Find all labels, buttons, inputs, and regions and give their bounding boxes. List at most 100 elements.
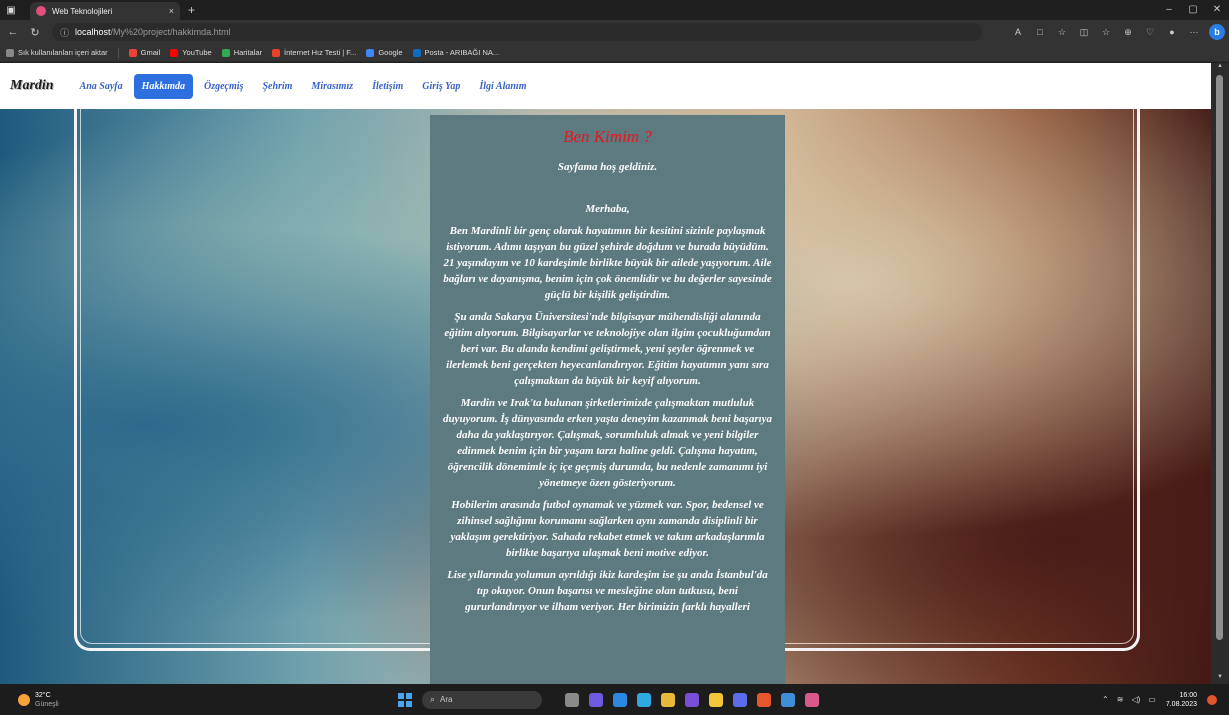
bookmark-item[interactable]: Google	[366, 48, 403, 57]
taskbar-app-icon[interactable]	[757, 692, 771, 707]
web-page: Mardin Ana Sayfa Hakkımda Özgeçmiş Şehrim Mi…	[0, 63, 1211, 684]
toolbar-icon[interactable]: A	[1007, 27, 1029, 37]
windows-taskbar: 32°C Güneşli ⌕ Ara ⌃ ≋ ◁) ▭ 16:00 7.08.2…	[0, 684, 1229, 715]
toolbar-icon[interactable]: ◫	[1073, 27, 1095, 38]
clock-time: 16:00	[1179, 691, 1197, 699]
notification-icon[interactable]	[1207, 694, 1217, 705]
nav-link[interactable]: Özgeçmiş	[196, 74, 251, 99]
bookmark-label: Google	[378, 48, 403, 57]
bookmark-favicon-icon	[272, 48, 281, 57]
start-button[interactable]	[398, 692, 412, 707]
taskbar-app-icon[interactable]	[685, 692, 699, 707]
close-window-button[interactable]: ✕	[1205, 0, 1229, 20]
bookmark-item[interactable]: Gmail	[128, 48, 161, 57]
scroll-up-icon[interactable]: ▲	[1211, 63, 1229, 73]
site-logo[interactable]: Mardin	[10, 78, 54, 94]
refresh-icon[interactable]: ↻	[26, 26, 44, 39]
toolbar-icon[interactable]: ♡	[1139, 27, 1161, 38]
about-paragraph: Şu anda Sakarya Üniversitesi'nde bilgisa…	[444, 311, 771, 387]
page-scrollbar[interactable]: ▲ ▼	[1211, 63, 1229, 684]
about-paragraph: Ben Mardinli bir genç olarak hayatımın b…	[443, 225, 772, 301]
bookmark-label: Posta - ARIBAĞI NA...	[424, 48, 500, 57]
system-tray: ⌃ ≋ ◁) ▭ 16:00 7.08.2023	[1098, 684, 1221, 715]
about-content: Ben Kimim ? Sayfama hoş geldiniz. Merhab…	[430, 115, 785, 684]
url-input[interactable]: ⓘ localhost/My%20project/hakkimda.html	[52, 23, 982, 41]
taskbar-search[interactable]: ⌕ Ara	[422, 690, 542, 709]
taskbar-app-icon[interactable]	[589, 692, 603, 707]
tray-chevron-icon[interactable]: ⌃	[1102, 695, 1109, 704]
clock[interactable]: 16:00 7.08.2023	[1166, 691, 1197, 709]
taskbar-apps: ⌕ Ara	[398, 684, 824, 715]
scroll-down-icon[interactable]: ▼	[1211, 674, 1229, 684]
hero-background: Ben Kimim ? Sayfama hoş geldiniz. Merhab…	[0, 109, 1211, 684]
wifi-icon[interactable]: ≋	[1117, 695, 1124, 704]
bookmark-item[interactable]: YouTube	[170, 48, 212, 57]
taskbar-app-icon[interactable]	[781, 692, 795, 707]
bookmark-favicon-icon	[170, 48, 179, 57]
url-host: localhost	[75, 27, 111, 37]
welcome-text: Sayfama hoş geldiniz.	[557, 161, 658, 173]
toolbar-icon[interactable]: ···	[1183, 27, 1205, 37]
browser-titlebar: ▣ Web Teknolojileri × + – ▢ ✕	[0, 0, 1229, 20]
about-paragraph: Hobilerim arasında futbol oynamak ve yüz…	[450, 499, 765, 559]
volume-icon[interactable]: ◁)	[1131, 695, 1140, 704]
bookmark-item[interactable]: Posta - ARIBAĞI NA...	[412, 48, 500, 57]
taskbar-app-icon[interactable]	[637, 692, 651, 707]
toolbar-icon[interactable]: □	[1029, 27, 1051, 37]
site-navbar: Mardin Ana Sayfa Hakkımda Özgeçmiş Şehrim Mi…	[0, 63, 1211, 109]
taskbar-app-icon[interactable]	[565, 692, 579, 707]
bookmark-label: Sık kullanılanları içeri aktar	[18, 48, 108, 57]
toolbar-icon[interactable]: ☆	[1051, 27, 1073, 38]
toolbar-icons: A □ ☆ ◫ ☆ ⊕ ♡ ● ··· b	[1007, 20, 1225, 44]
bookmarks-bar: Sık kullanılanları içeri aktar Gmail YouTu…	[0, 44, 1229, 62]
taskbar-app-icon[interactable]	[733, 692, 747, 707]
bookmark-favicon-icon	[128, 48, 137, 57]
tab-close-icon[interactable]: ×	[169, 6, 174, 16]
minimize-button[interactable]: –	[1157, 0, 1181, 20]
toolbar-icon[interactable]: ●	[1161, 27, 1183, 37]
restore-button[interactable]: ▢	[1181, 0, 1205, 20]
bookmark-favicon-icon	[221, 48, 230, 57]
url-path: /My%20project/hakkimda.html	[110, 27, 231, 37]
nav-link[interactable]: Şehrim	[254, 74, 300, 99]
taskbar-app-icon[interactable]	[709, 692, 723, 707]
about-paragraph: Lise yıllarında yolumun ayrıldığı ikiz k…	[447, 569, 768, 613]
taskbar-app-icon[interactable]	[613, 692, 627, 707]
tab-favicon-icon	[36, 6, 46, 16]
battery-icon[interactable]: ▭	[1148, 695, 1156, 704]
bookmark-label: İnternet Hız Testi | F...	[284, 48, 357, 57]
scroll-thumb[interactable]	[1216, 75, 1223, 640]
sun-icon	[18, 693, 30, 706]
nav-link[interactable]: İlgi Alanım	[471, 74, 534, 99]
toolbar-icon[interactable]: ☆	[1095, 27, 1117, 38]
nav-link[interactable]: Mirasımız	[303, 74, 361, 99]
bookmark-item[interactable]: Haritalar	[221, 48, 262, 57]
about-paragraph: Merhaba,	[585, 203, 630, 215]
nav-link[interactable]: Ana Sayfa	[72, 74, 131, 99]
address-bar: ← ↻ ⓘ localhost/My%20project/hakkimda.ht…	[0, 20, 1229, 44]
search-label: Ara	[440, 695, 453, 704]
bing-chat-icon[interactable]: b	[1209, 24, 1225, 40]
browser-tab[interactable]: Web Teknolojileri ×	[30, 2, 180, 20]
about-paragraphs: Merhaba, Ben Mardinli bir genç olarak hay…	[442, 201, 773, 615]
nav-links: Ana Sayfa Hakkımda Özgeçmiş Şehrim Mirasımız…	[72, 73, 538, 99]
new-tab-button[interactable]: +	[188, 3, 195, 17]
toolbar-icon[interactable]: ⊕	[1117, 27, 1139, 38]
taskbar-app-icon[interactable]	[661, 692, 675, 707]
window-menu-icon[interactable]: ▣	[0, 0, 22, 20]
nav-link[interactable]: Hakkımda	[133, 73, 193, 99]
bookmark-item[interactable]: İnternet Hız Testi | F...	[272, 48, 356, 57]
bookmark-item[interactable]: Sık kullanılanları içeri aktar	[6, 48, 108, 57]
back-icon[interactable]: ←	[4, 26, 22, 38]
taskbar-app-icon[interactable]	[805, 692, 819, 707]
search-icon: ⌕	[430, 694, 436, 704]
nav-link[interactable]: Giriş Yap	[414, 74, 468, 99]
clock-date: 7.08.2023	[1165, 700, 1197, 708]
site-info-icon[interactable]: ⓘ	[60, 26, 69, 39]
bookmark-label: YouTube	[182, 48, 212, 57]
page-title: Ben Kimim ?	[563, 127, 652, 146]
window-controls: – ▢ ✕	[1157, 0, 1229, 20]
bookmark-label: Gmail	[140, 48, 161, 57]
nav-link[interactable]: İletişim	[364, 74, 411, 99]
weather-widget[interactable]: 32°C Güneşli	[18, 691, 59, 709]
